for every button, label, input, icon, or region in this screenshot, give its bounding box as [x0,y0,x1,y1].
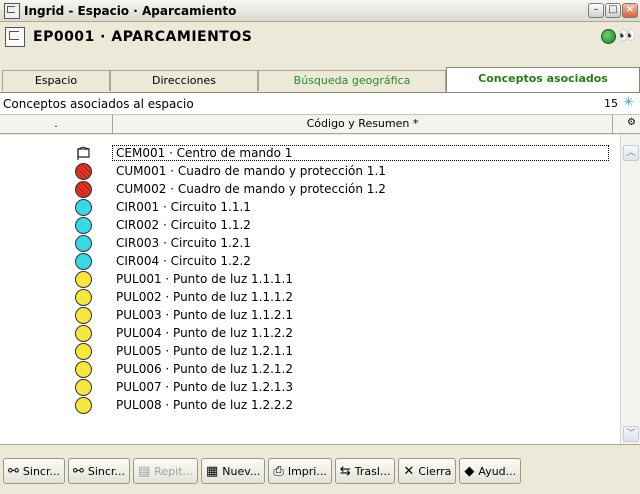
toolbar-button-label: Trasl... [354,464,391,478]
print-icon: ⎙ [273,463,284,479]
column-type[interactable]: . [0,115,113,134]
toolbar-button-label: Cierra [418,464,452,478]
toolbar-button-label: Impri... [287,464,327,478]
help-icon: ◆ [464,463,475,479]
red-dot-icon [75,181,92,198]
record-header: EP0001 · APARCAMIENTOS 👀 [0,23,640,51]
sync-2-icon: ⚯ [72,463,84,479]
window-titlebar: Ingrid - Espacio · Aparcamiento – □ × [0,0,640,22]
list-item[interactable]: PUL006 · Punto de luz 1.2.1.2 [0,360,615,378]
cyan-dot-icon [75,199,92,216]
list-item-label: CIR003 · Circuito 1.2.1 [116,236,251,250]
toolbar-button-label: Sincr... [87,464,125,478]
column-code-summary[interactable]: Código y Resumen * [113,115,613,134]
list-item[interactable]: PUL008 · Punto de luz 1.2.2.2 [0,396,615,414]
new-icon: ▦ [206,463,219,479]
transfer-icon: ⇆ [339,463,351,479]
list-item-label: PUL005 · Punto de luz 1.2.1.1 [116,344,293,358]
record-title: EP0001 · APARCAMIENTOS [33,29,253,45]
close-button[interactable]: ✕ Cierra [398,458,457,484]
list-item[interactable]: PUL001 · Punto de luz 1.1.1.1 [0,270,615,288]
panel-label: Conceptos asociados al espacio [3,96,194,111]
toolbar-button-label: Sincr... [22,464,60,478]
list-item[interactable]: CUM002 · Cuadro de mando y protección 1.… [0,180,615,198]
list-item-label: CIR001 · Circuito 1.1.1 [116,200,251,214]
yellow-dot-icon [75,325,92,342]
yellow-dot-icon [75,379,92,396]
transfer-button[interactable]: ⇆ Trasl... [334,458,396,484]
list-item[interactable]: CIR004 · Circuito 1.2.2 [0,252,615,270]
yellow-dot-icon [75,271,92,288]
tab-espacio[interactable]: Espacio [2,70,110,91]
scroll-up-icon[interactable]: ︿ [623,145,639,161]
list-item[interactable]: CEM001 · Centro de mando 1 [0,144,615,162]
list-item-label: PUL003 · Punto de luz 1.1.2.1 [116,308,293,322]
vertical-scrollbar[interactable]: ︿ ﹀ [620,135,640,444]
globe-icon[interactable] [601,29,616,44]
list-item-label: PUL008 · Punto de luz 1.2.2.2 [116,398,293,412]
list-item-label: PUL007 · Punto de luz 1.2.1.3 [116,380,293,394]
tab-conceptos-asociados[interactable]: Conceptos asociados [446,67,640,92]
list-item-label: PUL006 · Punto de luz 1.2.1.2 [116,362,293,376]
cyan-dot-icon [75,217,92,234]
list-item[interactable]: CUM001 · Cuadro de mando y protección 1.… [0,162,615,180]
list-item-label: PUL004 · Punto de luz 1.1.2.2 [116,326,293,340]
yellow-dot-icon [75,343,92,360]
maximize-icon[interactable]: □ [605,3,621,18]
yellow-dot-icon [75,307,92,324]
column-options-icon[interactable]: ⚙ [627,117,636,128]
list-item[interactable]: PUL004 · Punto de luz 1.1.2.2 [0,324,615,342]
cyan-dot-icon [75,235,92,252]
list-item[interactable]: CIR003 · Circuito 1.2.1 [0,234,615,252]
list-item-label: PUL002 · Punto de luz 1.1.1.2 [116,290,293,304]
yellow-dot-icon [75,289,92,306]
app-icon [4,2,20,19]
item-count: 15 [604,97,618,110]
concepts-list: CEM001 · Centro de mando 1 CUM001 · Cuadr… [0,135,640,445]
bottom-toolbar: ⚯ Sincr... ⚯ Sincr... ▤ Repit... ▦ Nuev... ⎙ Impr… [0,458,640,488]
close-window-icon[interactable]: × [622,3,638,18]
list-item-label: CUM002 · Cuadro de mando y protección 1.… [116,182,386,196]
toolbar-button-label: Repit... [154,464,193,478]
panel-header: Conceptos asociados al espacio 15 ✳ [0,92,640,114]
sync-button-1[interactable]: ⚯ Sincr... [3,458,65,484]
list-item-label: CEM001 · Centro de mando 1 [112,145,609,161]
minimize-icon[interactable]: – [588,3,604,18]
list-item[interactable]: PUL002 · Punto de luz 1.1.1.2 [0,288,615,306]
red-dot-icon [75,163,92,180]
toolbar-button-label: Ayud... [478,464,517,478]
list-item[interactable]: CIR002 · Circuito 1.1.2 [0,216,615,234]
list-item[interactable]: PUL005 · Punto de luz 1.2.1.1 [0,342,615,360]
close-icon: ✕ [403,463,415,479]
new-button[interactable]: ▦ Nuev... [201,458,266,484]
yellow-dot-icon [75,361,92,378]
refresh-icon[interactable]: ✳ [623,95,634,110]
scroll-down-icon[interactable]: ﹀ [623,426,639,442]
help-button[interactable]: ◆ Ayud... [459,458,522,484]
cyan-dot-icon [75,253,92,270]
tab-direcciones[interactable]: Direcciones [110,70,258,91]
flag-icon [75,145,92,162]
list-item[interactable]: PUL003 · Punto de luz 1.1.2.1 [0,306,615,324]
repeat-button[interactable]: ▤ Repit... [132,458,198,484]
yellow-dot-icon [75,397,92,414]
list-item-label: CUM001 · Cuadro de mando y protección 1.… [116,164,386,178]
tab-busqueda-geografica[interactable]: Búsqueda geográfica [258,70,446,91]
list-item[interactable]: PUL007 · Punto de luz 1.2.1.3 [0,378,615,396]
print-button[interactable]: ⎙ Impri... [268,458,332,484]
record-icon [5,27,25,47]
list-item-label: CIR004 · Circuito 1.2.2 [116,254,251,268]
sync-1-icon: ⚯ [8,463,19,479]
list-item-label: CIR002 · Circuito 1.1.2 [116,218,251,232]
sync-button-2[interactable]: ⚯ Sincr... [67,458,130,484]
column-header: . Código y Resumen * ⚙ [0,114,640,134]
list-item-label: PUL001 · Punto de luz 1.1.1.1 [116,272,293,286]
binoculars-icon[interactable]: 👀 [619,28,636,44]
window-title: Ingrid - Espacio · Aparcamiento [24,3,237,18]
toolbar-button-label: Nuev... [222,464,261,478]
repeat-icon: ▤ [137,463,151,479]
list-item[interactable]: CIR001 · Circuito 1.1.1 [0,198,615,216]
